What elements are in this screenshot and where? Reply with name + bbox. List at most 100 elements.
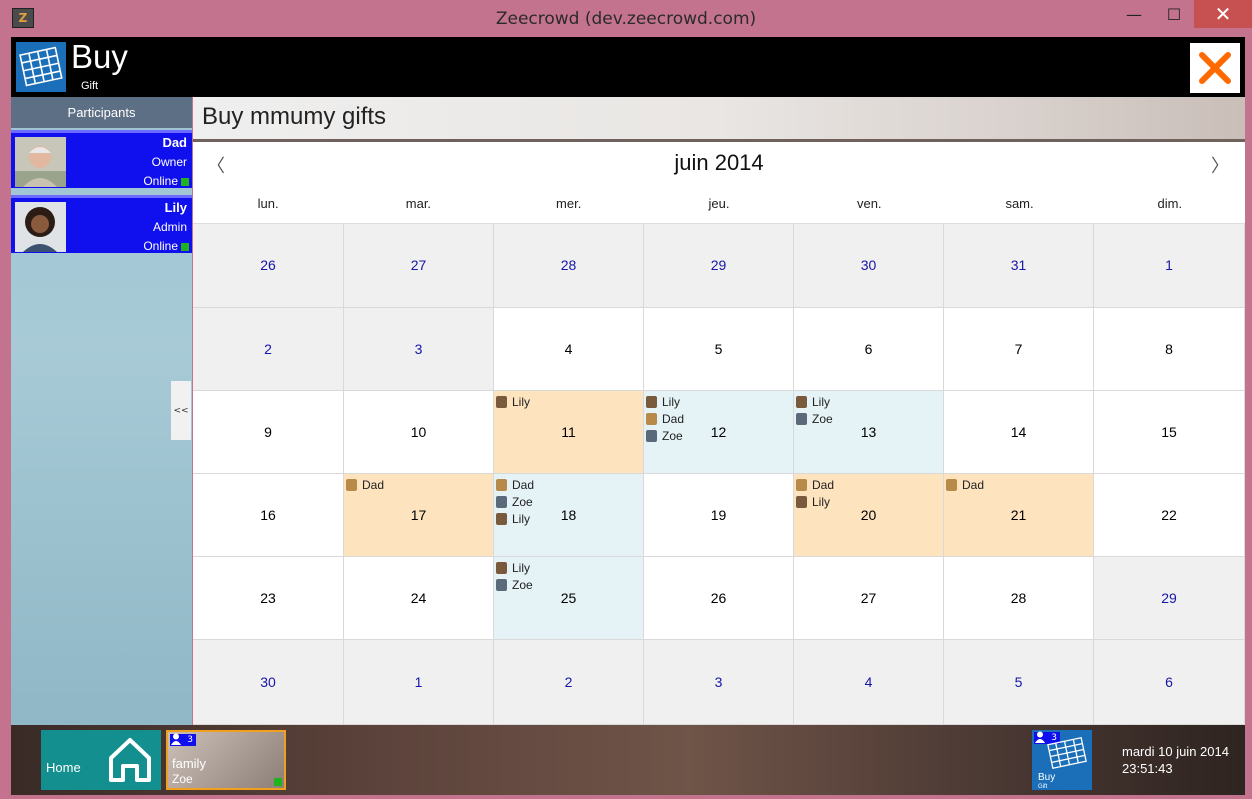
calendar-day-cell[interactable]: 22 <box>1094 474 1245 557</box>
day-number: 27 <box>410 257 427 273</box>
minimize-button[interactable]: — <box>1114 0 1154 28</box>
event-participant[interactable]: Zoe <box>646 427 684 444</box>
online-indicator <box>181 178 189 186</box>
calendar-day-cell[interactable]: 9 <box>193 391 344 474</box>
calendar-day-cell[interactable]: 28 <box>494 224 644 308</box>
calendar-day-cell[interactable]: 24 <box>344 557 494 640</box>
calendar-day-cell[interactable]: 7 <box>944 308 1094 391</box>
participant-avatar-icon <box>496 561 507 574</box>
calendar-day-cell[interactable]: 14 <box>944 391 1094 474</box>
weekday-label: mer. <box>556 196 582 211</box>
participant-dad[interactable]: Dad Owner Online <box>11 130 192 188</box>
calendar-day-cell[interactable]: 29 <box>1094 557 1245 640</box>
event-participant[interactable]: Zoe <box>496 493 534 510</box>
participants-sidebar: Participants Dad Owner Online Lily Admin… <box>11 97 192 725</box>
event-participant-name: Dad <box>962 477 985 492</box>
calendar-day-cell[interactable]: 1 <box>344 640 494 725</box>
calendar-day-cell[interactable]: 17 Dad <box>344 474 494 557</box>
event-participant-name: Zoe <box>812 411 833 426</box>
day-number: 16 <box>260 506 276 523</box>
page-title: Buy mmumy gifts <box>193 97 1245 142</box>
day-number: 3 <box>414 340 423 357</box>
event-participant[interactable]: Dad <box>796 476 834 493</box>
day-number: 15 <box>1161 423 1177 440</box>
calendar-day-cell[interactable]: 19 <box>644 474 794 557</box>
calendar-day-cell[interactable]: 20 Dad Lily <box>794 474 944 557</box>
event-participant[interactable]: Dad <box>496 476 534 493</box>
maximize-button[interactable]: ☐ <box>1154 0 1194 28</box>
calendar-day-cell[interactable]: 2 <box>193 308 344 391</box>
close-module-button[interactable] <box>1190 43 1240 93</box>
buy-gift-tile[interactable]: 3 Buy Gift <box>1032 730 1092 790</box>
event-participant[interactable]: Lily <box>796 393 833 410</box>
day-number: 31 <box>1010 257 1027 273</box>
title-bar: Z Zeecrowd (dev.zeecrowd.com) — ☐ ✕ <box>0 0 1252 37</box>
module-subtitle: Gift <box>81 80 99 92</box>
event-list: Lily Dad Zoe <box>646 393 684 444</box>
app-header: Buy Gift <box>11 37 1245 97</box>
calendar-day-cell[interactable]: 27 <box>344 224 494 308</box>
calendar-day-cell[interactable]: 29 <box>644 224 794 308</box>
calendar-day-cell[interactable]: 3 <box>344 308 494 391</box>
window-close-button[interactable]: ✕ <box>1194 0 1252 28</box>
calendar-day-cell[interactable]: 30 <box>193 640 344 725</box>
calendar-day-cell[interactable]: 2 <box>494 640 644 725</box>
event-participant[interactable]: Zoe <box>496 576 533 593</box>
event-participant-name: Dad <box>662 411 685 426</box>
event-participant[interactable]: Lily <box>496 559 533 576</box>
calendar-navigation: 〈 juin 2014 〉 <box>193 142 1245 184</box>
calendar-day-cell[interactable]: 10 <box>344 391 494 474</box>
event-participant[interactable]: Dad <box>646 410 684 427</box>
calendar-day-cell[interactable]: 18 Dad Zoe Lily <box>494 474 644 557</box>
day-number: 5 <box>714 340 723 357</box>
event-participant[interactable]: Dad <box>346 476 384 493</box>
calendar-day-cell[interactable]: 6 <box>794 308 944 391</box>
calendar-day-cell[interactable]: 26 <box>644 557 794 640</box>
event-participant[interactable]: Dad <box>946 476 984 493</box>
calendar-day-cell[interactable]: 31 <box>944 224 1094 308</box>
event-list: Dad <box>946 476 984 493</box>
calendar-day-cell[interactable]: 5 <box>644 308 794 391</box>
day-number: 28 <box>1010 589 1027 606</box>
event-participant[interactable]: Lily <box>646 393 684 410</box>
app-window: Z Zeecrowd (dev.zeecrowd.com) — ☐ ✕ Buy … <box>0 0 1252 799</box>
calendar-day-cell[interactable]: 28 <box>944 557 1094 640</box>
day-number: 27 <box>860 589 877 606</box>
calendar-day-cell[interactable]: 3 <box>644 640 794 725</box>
calendar-day-cell[interactable]: 11 Lily <box>494 391 644 474</box>
event-participant[interactable]: Zoe <box>796 410 833 427</box>
participant-avatar-icon <box>496 495 507 508</box>
calendar-day-cell[interactable]: 15 <box>1094 391 1245 474</box>
day-number: 30 <box>860 257 877 273</box>
online-indicator <box>274 778 282 786</box>
family-tile[interactable]: 3 family Zoe <box>166 730 286 790</box>
event-participant[interactable]: Lily <box>496 510 534 527</box>
home-tile[interactable]: Home <box>41 730 161 790</box>
calendar-grid: 26 27 28 29 30 31 1 2 3 4 5 6 7 8 9 10 11 Lily 12 Lily Dad Zo… <box>193 224 1245 725</box>
calendar-day-cell[interactable]: 13 Lily Zoe <box>794 391 944 474</box>
calendar-day-cell[interactable]: 27 <box>794 557 944 640</box>
calendar-day-cell[interactable]: 25 Lily Zoe <box>494 557 644 640</box>
calendar-day-cell[interactable]: 4 <box>794 640 944 725</box>
taskbar: Home 3 family Zoe 3 Buy Gift mardi 10 ju… <box>11 725 1245 795</box>
collapse-sidebar-button[interactable]: << <box>171 381 191 440</box>
participant-lily[interactable]: Lily Admin Online <box>11 195 192 253</box>
calendar-day-cell[interactable]: 5 <box>944 640 1094 725</box>
calendar-day-cell[interactable]: 21 Dad <box>944 474 1094 557</box>
chevron-right-icon[interactable]: 〉 <box>1211 152 1229 178</box>
calendar-day-cell[interactable]: 26 <box>193 224 344 308</box>
calendar-day-cell[interactable]: 16 <box>193 474 344 557</box>
calendar-day-cell[interactable]: 23 <box>193 557 344 640</box>
participant-avatar-icon <box>496 512 507 525</box>
calendar-day-cell[interactable]: 6 <box>1094 640 1245 725</box>
calendar-day-cell[interactable]: 8 <box>1094 308 1245 391</box>
event-participant[interactable]: Lily <box>796 493 834 510</box>
event-participant[interactable]: Lily <box>496 393 530 410</box>
day-number: 1 <box>414 673 423 690</box>
calendar-grid-icon <box>16 42 66 92</box>
weekday-label: mar. <box>405 196 432 211</box>
calendar-day-cell[interactable]: 30 <box>794 224 944 308</box>
calendar-day-cell[interactable]: 12 Lily Dad Zoe <box>644 391 794 474</box>
calendar-day-cell[interactable]: 1 <box>1094 224 1245 308</box>
calendar-day-cell[interactable]: 4 <box>494 308 644 391</box>
